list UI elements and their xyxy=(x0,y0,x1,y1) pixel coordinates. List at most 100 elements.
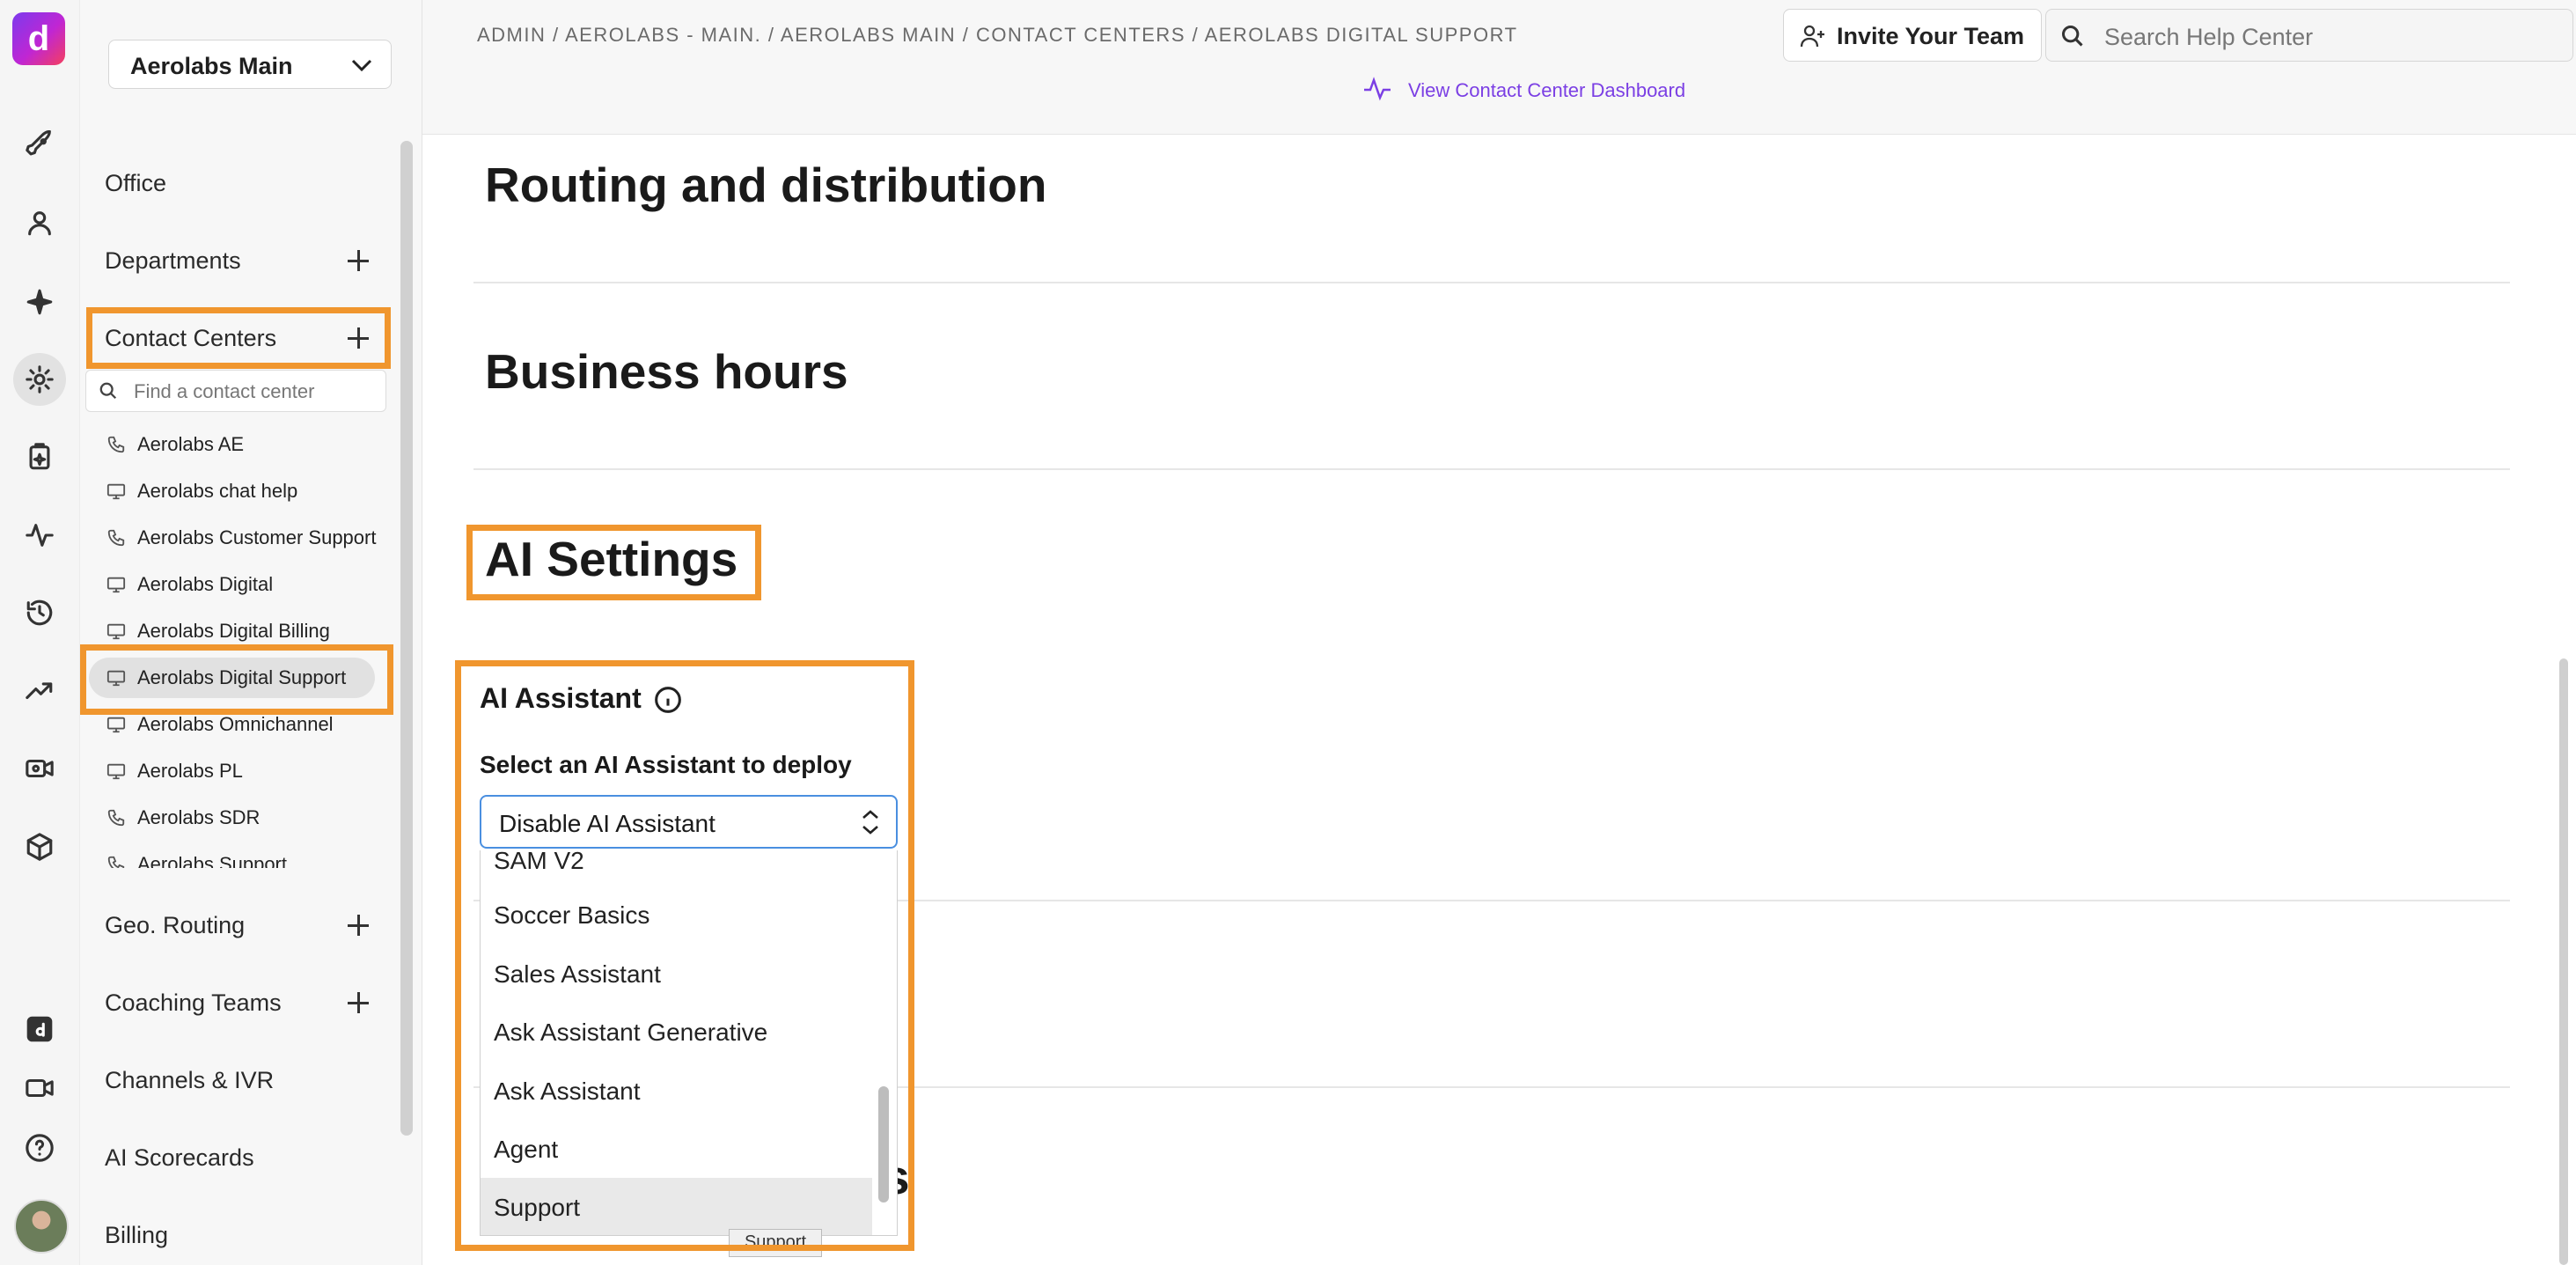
dropdown-option[interactable]: SAM V2 xyxy=(481,850,872,889)
tooltip: Support xyxy=(729,1229,822,1257)
monitor-icon xyxy=(106,621,126,641)
add-department-icon[interactable] xyxy=(347,249,370,272)
dropdown-option[interactable]: Sales Assistant xyxy=(481,945,872,1003)
activity-icon xyxy=(1364,77,1391,101)
monitor-icon xyxy=(106,482,126,501)
contact-center-search[interactable] xyxy=(85,370,386,412)
clipboard-sparkle-icon[interactable] xyxy=(13,430,66,483)
invite-team-button[interactable]: Invite Your Team xyxy=(1783,9,2042,62)
contact-center-label: Aerolabs Digital Support xyxy=(137,666,347,688)
contact-center-label: Aerolabs SDR xyxy=(137,806,261,828)
video-icon[interactable] xyxy=(13,1062,66,1114)
monitor-icon xyxy=(106,761,126,781)
nav-geo-routing[interactable]: Geo. Routing xyxy=(105,912,245,939)
workspace-select-label: Aerolabs Main xyxy=(130,53,293,79)
contact-center-label: Aerolabs PL xyxy=(137,760,243,782)
monitor-icon xyxy=(106,575,126,594)
dropdown-scrollbar[interactable] xyxy=(878,1086,889,1202)
ai-assistant-dropdown: SAM V2 Soccer Basics Sales Assistant Ask… xyxy=(480,850,898,1236)
ai-assistant-select-value: Disable AI Assistant xyxy=(499,810,716,837)
chevron-down-icon xyxy=(351,59,372,72)
list-item-selected[interactable]: Aerolabs Digital Support xyxy=(80,654,393,701)
breadcrumb[interactable]: ADMIN / AEROLABS - MAIN. / AEROLABS MAIN… xyxy=(477,24,1518,47)
history-icon[interactable] xyxy=(13,586,66,639)
contact-center-label: Aerolabs Digital xyxy=(137,573,274,595)
rocket-icon[interactable] xyxy=(13,119,66,172)
nav-contact-centers[interactable]: Contact Centers xyxy=(105,325,276,352)
list-item[interactable]: Aerolabs Omnichannel xyxy=(80,701,393,747)
view-dashboard-link[interactable]: View Contact Center Dashboard xyxy=(1364,77,1686,102)
list-item[interactable]: Aerolabs chat help xyxy=(80,467,393,514)
divider xyxy=(473,468,2510,470)
nav-office[interactable]: Office xyxy=(105,170,166,197)
workspace-select[interactable]: Aerolabs Main xyxy=(108,40,392,89)
dropdown-option-hovered[interactable]: Support xyxy=(481,1178,872,1235)
phone-icon xyxy=(106,435,126,454)
contact-center-label: Aerolabs AE xyxy=(137,433,245,455)
dropdown-option[interactable]: Ask Assistant Generative xyxy=(481,1003,872,1061)
gear-icon[interactable] xyxy=(13,353,66,406)
main-scrollbar[interactable] xyxy=(2559,658,2568,1265)
top-header: ADMIN / AEROLABS - MAIN. / AEROLABS MAIN… xyxy=(422,0,2576,135)
add-user-icon xyxy=(1800,25,1824,48)
section-ai-settings-title[interactable]: AI Settings xyxy=(485,531,738,587)
monitor-icon xyxy=(106,715,126,734)
icon-rail: d xyxy=(0,0,80,1265)
ai-assistant-label: AI Assistant xyxy=(480,682,642,714)
list-item[interactable]: Aerolabs PL xyxy=(80,747,393,794)
search-icon xyxy=(2061,25,2083,47)
contact-center-label: Aerolabs Omnichannel xyxy=(137,713,334,735)
video-settings-icon[interactable] xyxy=(13,742,66,795)
dialpad-app-icon[interactable] xyxy=(13,1003,66,1055)
nav-ai-scorecards[interactable]: AI Scorecards xyxy=(105,1144,254,1172)
nav-coaching-teams[interactable]: Coaching Teams xyxy=(105,989,282,1017)
dropdown-option[interactable]: Soccer Basics xyxy=(481,886,872,944)
activity-icon[interactable] xyxy=(13,509,66,562)
phone-icon xyxy=(106,855,126,868)
view-dashboard-label: View Contact Center Dashboard xyxy=(1408,79,1686,101)
sidebar-scrollbar[interactable] xyxy=(400,141,413,1136)
phone-icon xyxy=(106,808,126,827)
list-item[interactable]: Aerolabs SDR xyxy=(80,794,393,841)
contact-center-list: Aerolabs AE Aerolabs chat help Aerolabs … xyxy=(80,421,393,868)
list-item[interactable]: Aerolabs Customer Support xyxy=(80,514,393,561)
list-item[interactable]: Aerolabs Digital Billing xyxy=(80,607,393,654)
contact-center-label: Aerolabs Support xyxy=(137,853,287,868)
contact-center-search-input[interactable] xyxy=(132,376,382,408)
contact-center-label: Aerolabs Digital Billing xyxy=(137,620,330,642)
section-business-hours-title[interactable]: Business hours xyxy=(485,343,848,400)
contact-center-label: Aerolabs chat help xyxy=(137,480,298,502)
avatar[interactable] xyxy=(14,1199,69,1254)
dropdown-option[interactable]: Agent xyxy=(481,1120,872,1178)
contact-center-label: Aerolabs Customer Support xyxy=(137,526,377,548)
sparkle-icon[interactable] xyxy=(13,276,66,328)
dialpad-logo[interactable]: d xyxy=(12,12,65,65)
list-item[interactable]: Aerolabs AE xyxy=(80,421,393,467)
divider xyxy=(473,282,2510,283)
help-center-search-input[interactable] xyxy=(2103,20,2564,54)
settings-sidebar: Aerolabs Main Office Departments Contact… xyxy=(80,0,422,1265)
select-assistant-label: Select an AI Assistant to deploy xyxy=(480,751,852,778)
dropdown-option[interactable]: Ask Assistant xyxy=(481,1062,872,1120)
person-icon[interactable] xyxy=(13,196,66,249)
list-item[interactable]: Aerolabs Digital xyxy=(80,561,393,607)
invite-team-label: Invite Your Team xyxy=(1837,23,2025,49)
add-coaching-team-icon[interactable] xyxy=(347,991,370,1014)
info-icon[interactable] xyxy=(654,686,682,714)
cube-icon[interactable] xyxy=(13,820,66,873)
add-contact-center-icon[interactable] xyxy=(347,327,370,349)
list-item[interactable]: Aerolabs Support xyxy=(80,841,393,868)
ai-assistant-select[interactable]: Disable AI Assistant xyxy=(480,795,898,849)
chevron-up-down-icon xyxy=(862,810,878,835)
help-icon[interactable] xyxy=(13,1122,66,1174)
search-icon xyxy=(99,382,117,400)
help-center-search[interactable] xyxy=(2045,9,2573,62)
phone-icon xyxy=(106,528,126,548)
monitor-icon xyxy=(106,668,126,688)
trending-up-icon[interactable] xyxy=(13,664,66,717)
nav-billing[interactable]: Billing xyxy=(105,1222,168,1249)
add-geo-routing-icon[interactable] xyxy=(347,914,370,937)
nav-departments[interactable]: Departments xyxy=(105,247,241,275)
nav-channels-ivr[interactable]: Channels & IVR xyxy=(105,1067,274,1094)
section-routing-title[interactable]: Routing and distribution xyxy=(485,157,1047,213)
